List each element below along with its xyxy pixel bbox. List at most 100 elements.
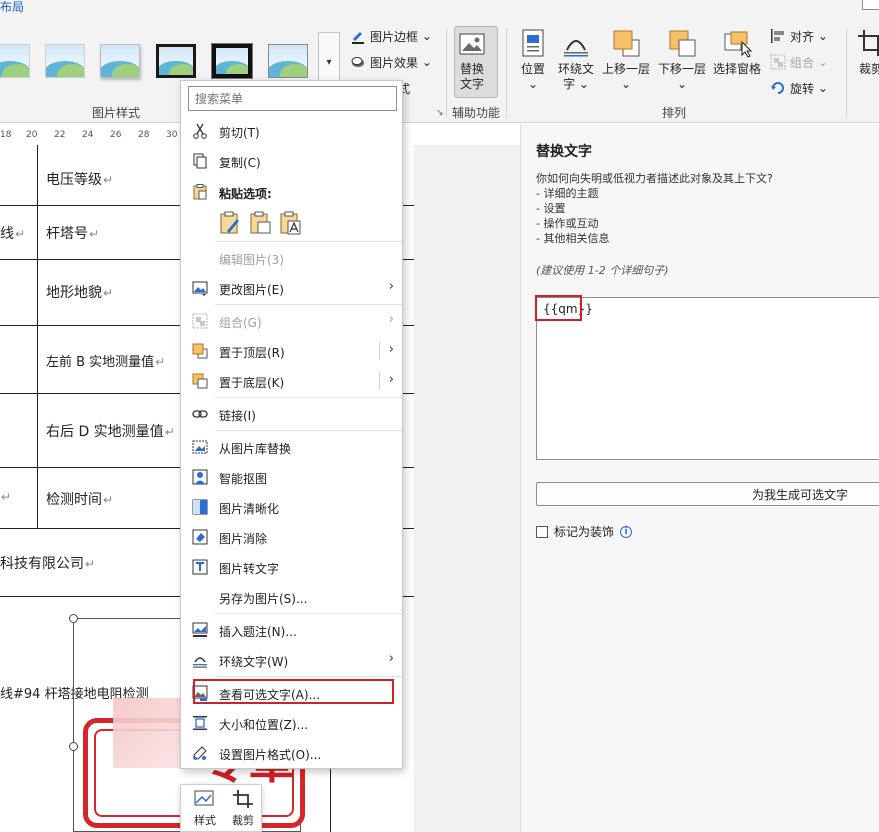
table-cell[interactable]: 左前 B 实地测量值↵ (46, 351, 165, 370)
picture-style-thumbnail[interactable] (212, 44, 252, 78)
table-cell[interactable]: 地形地貌↵ (46, 282, 113, 302)
context-menu: 剪切(T) 复制(C) 粘贴选项: 编辑图片(3) 更改图片(E) › 组合 (180, 80, 403, 769)
paste-keep-format-icon[interactable] (219, 211, 241, 235)
rotate-button[interactable]: 旋转 ⌄ (770, 78, 828, 98)
table-cell[interactable]: 右后 D 实地测量值↵ (46, 421, 175, 441)
caption-icon (192, 622, 208, 638)
table-cell[interactable]: 电压等级↵ (46, 169, 113, 189)
picture-style-thumbnail[interactable] (268, 44, 308, 78)
table-cell[interactable]: 线↵ (0, 223, 25, 243)
bring-forward-icon (611, 28, 641, 58)
menu-item-group[interactable]: 组合(G) › (181, 306, 402, 336)
pane-hint: (建议使用 1-2 个详细句子) (536, 264, 669, 277)
bring-forward-button[interactable]: 上移一层 ⌄ (602, 28, 650, 92)
ruler-tick: 22 (54, 130, 66, 140)
ruler-tick: 28 (138, 130, 150, 140)
resize-handle[interactable] (69, 742, 78, 751)
pane-title: 替换文字 (536, 144, 592, 160)
crop-icon (856, 28, 879, 58)
menu-item-wrap-text[interactable]: 环绕文字(W) › (181, 645, 402, 675)
send-backward-icon (667, 28, 697, 58)
position-button[interactable]: 位置 ⌄ (518, 28, 548, 92)
menu-item-format-picture[interactable]: 设置图片格式(O)... (181, 738, 402, 768)
alt-text-pane: 替换文字 你如何向失明或低视力者描述此对象及其上下文? - 详细的主题 - 设置… (520, 124, 879, 832)
menu-item-size-position[interactable]: 大小和位置(Z)... (181, 708, 402, 738)
picture-style-thumbnail[interactable] (0, 44, 30, 78)
ruler-tick: 20 (26, 130, 38, 140)
menu-item-replace-from-library[interactable]: 从图片库替换 (181, 432, 402, 462)
send-to-back-icon (192, 373, 208, 389)
mini-crop-button[interactable]: 裁剪 (225, 789, 261, 828)
table-cell[interactable]: 科技有限公司↵ (0, 553, 95, 573)
bring-to-front-icon (192, 343, 208, 359)
crop-button[interactable]: 裁剪 (856, 28, 879, 77)
pen-icon (350, 28, 366, 44)
menu-item-picture-erase[interactable]: 图片消除 (181, 522, 402, 552)
wrap-text-icon (192, 652, 208, 668)
table-cell[interactable]: ↵ (0, 489, 11, 505)
picture-clarify-icon (192, 499, 208, 515)
group-icon (770, 54, 786, 70)
alt-text-input[interactable]: {{qm}} (536, 297, 879, 460)
ribbon-tab-layout[interactable]: 布局 (0, 0, 24, 15)
group-icon (192, 313, 208, 329)
smart-cutout-icon (192, 469, 208, 485)
selection-pane-icon (722, 28, 753, 58)
alt-text-button-content[interactable]: 替换 文字 (458, 32, 486, 92)
decorative-row: 标记为装饰 i (536, 523, 633, 540)
table-border (37, 145, 38, 528)
dialog-launcher-icon[interactable]: ↘ (436, 108, 444, 118)
menu-item-picture-to-text[interactable]: 图片转文字 (181, 552, 402, 582)
menu-search-input[interactable] (188, 86, 397, 111)
mark-decorative-checkbox[interactable] (536, 525, 548, 538)
picture-effects-button[interactable]: 图片效果 ⌄ (350, 52, 432, 72)
menu-item-copy[interactable]: 复制(C) (181, 146, 402, 176)
menu-item-send-to-back[interactable]: 置于底层(K) › (181, 366, 402, 396)
chevron-right-icon[interactable]: › (389, 372, 394, 387)
chevron-right-icon: › (388, 279, 394, 294)
annotation-highlight (535, 295, 582, 321)
menu-item-save-as-picture[interactable]: 另存为图片(S)... (181, 582, 402, 612)
menu-item-picture-clarify[interactable]: 图片清晰化 (181, 492, 402, 522)
change-picture-icon (192, 280, 208, 296)
wrap-text-button[interactable]: 环绕文 字 ⌄ (558, 28, 594, 92)
mark-decorative-label[interactable]: 标记为装饰 (554, 523, 614, 540)
menu-item-change-picture[interactable]: 更改图片(E) › (181, 273, 402, 303)
ribbon: 布局 ▾ 图片边框 ⌄ 图片效果 ⌄ 式 图片样式 ↘ 替换 文字 辅助功能 位… (0, 0, 879, 123)
selection-pane-button[interactable]: 选择窗格 (713, 28, 761, 77)
copy-icon (192, 153, 208, 169)
resize-handle[interactable] (69, 614, 78, 623)
send-backward-button[interactable]: 下移一层 ⌄ (658, 28, 706, 92)
menu-item-cut[interactable]: 剪切(T) (181, 116, 402, 146)
group-label-picture-styles: 图片样式 (92, 106, 141, 120)
chevron-right-icon: › (388, 312, 394, 327)
generate-alt-text-button[interactable]: 为我生成可选文字 (536, 482, 879, 506)
chevron-right-icon[interactable]: › (389, 342, 394, 357)
align-button[interactable]: 对齐 ⌄ (770, 26, 828, 46)
menu-item-edit-picture[interactable]: 编辑图片(3) (181, 243, 402, 273)
mini-style-button[interactable]: 样式 (187, 789, 223, 828)
menu-item-insert-caption[interactable]: 插入题注(N)... (181, 615, 402, 645)
wrap-text-icon (561, 28, 591, 58)
mini-toolbar: 样式 裁剪 (180, 784, 262, 832)
picture-style-thumbnail[interactable] (100, 44, 140, 78)
paste-picture-icon[interactable] (249, 211, 271, 235)
picture-style-thumbnail[interactable] (156, 44, 196, 78)
align-icon (770, 28, 786, 44)
table-cell[interactable]: 杆塔号↵ (46, 223, 99, 243)
picture-to-text-icon (192, 559, 208, 575)
menu-item-link[interactable]: 链接(I) (181, 399, 402, 429)
menu-item-bring-to-front[interactable]: 置于顶层(R) › (181, 336, 402, 366)
table-cell[interactable]: 检测时间↵ (46, 489, 113, 509)
picture-border-button[interactable]: 图片边框 ⌄ (350, 26, 432, 46)
paste-text-only-icon[interactable] (279, 211, 301, 235)
ribbon-display-options-button[interactable] (862, 0, 879, 10)
effects-icon (350, 54, 366, 70)
eraser-icon (192, 529, 208, 545)
menu-item-smart-cutout[interactable]: 智能抠图 (181, 462, 402, 492)
group-objects-button[interactable]: 组合 ⌄ (770, 52, 828, 72)
info-icon[interactable]: i (620, 525, 633, 538)
picture-style-thumbnail[interactable] (45, 44, 85, 78)
pane-description: 你如何向失明或低视力者描述此对象及其上下文? - 详细的主题 - 设置 - 操作… (536, 172, 773, 245)
alt-text-icon (458, 32, 486, 58)
